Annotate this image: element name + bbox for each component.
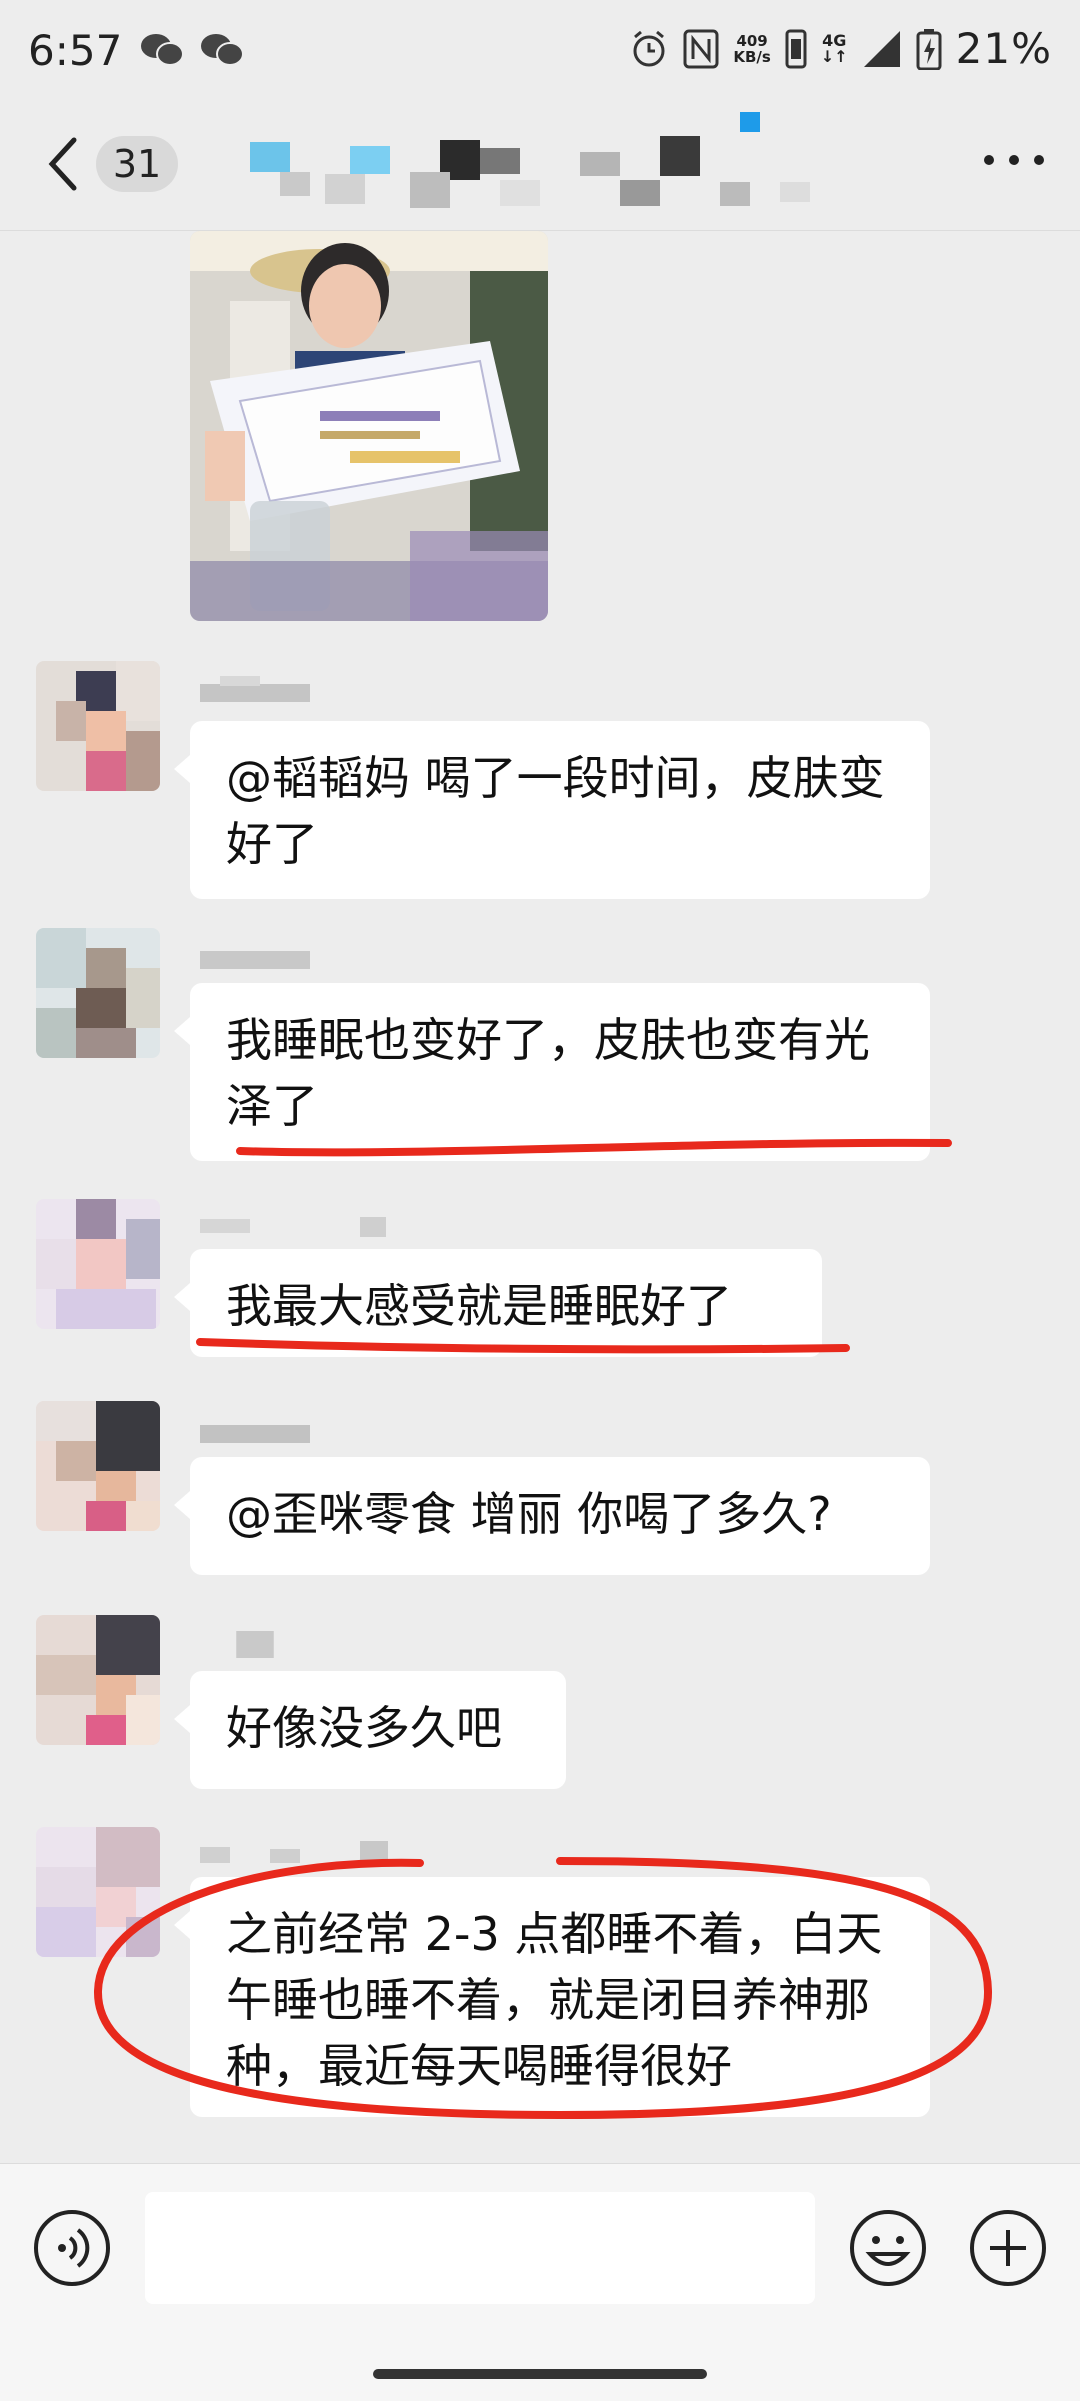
battery-percentage: 21% bbox=[955, 24, 1052, 73]
avatar[interactable] bbox=[36, 661, 160, 791]
avatar[interactable] bbox=[36, 928, 160, 1058]
battery-icon bbox=[916, 28, 942, 70]
sim-icon bbox=[785, 29, 807, 68]
avatar[interactable] bbox=[36, 1199, 160, 1329]
emoji-icon[interactable] bbox=[848, 2208, 928, 2288]
photo-message[interactable] bbox=[190, 231, 548, 621]
message-text: 之前经常 2-3 点都睡不着，白天午睡也睡不着，就是闭目养神那种，最近每天喝睡得… bbox=[226, 1907, 883, 2093]
net-speed: 409 KB/s bbox=[733, 31, 771, 66]
voice-icon[interactable] bbox=[32, 2208, 112, 2288]
input-bar bbox=[0, 2163, 1080, 2401]
status-bar: 6:57 409 KB/s 4G ↓↑ 21% bbox=[0, 0, 1080, 100]
message-bubble[interactable]: @歪咪零食 增丽 你喝了多久? bbox=[174, 1457, 930, 1575]
message-text: 我最大感受就是睡眠好了 bbox=[226, 1279, 732, 1333]
message-text: 好像没多久吧 bbox=[226, 1701, 502, 1755]
back-icon[interactable] bbox=[44, 134, 84, 194]
avatar[interactable] bbox=[36, 1401, 160, 1531]
network-type: 4G ↓↑ bbox=[820, 30, 848, 66]
message-text: @韬韬妈 喝了一段时间，皮肤变好了 bbox=[226, 751, 885, 871]
status-time: 6:57 bbox=[28, 26, 123, 75]
wechat-icon bbox=[201, 34, 244, 66]
chat-header: 31 bbox=[0, 100, 1080, 231]
avatar[interactable] bbox=[36, 1615, 160, 1745]
plus-icon[interactable] bbox=[968, 2208, 1048, 2288]
message-list[interactable]: @韬韬妈 喝了一段时间，皮肤变好了 我睡眠也变好了，皮肤也变有光泽了 我最大感受… bbox=[0, 231, 1080, 2163]
message-input[interactable] bbox=[145, 2192, 815, 2304]
chat-title-mosaic bbox=[250, 112, 810, 208]
message-bubble[interactable]: 我睡眠也变好了，皮肤也变有光泽了 bbox=[174, 983, 930, 1161]
message-bubble[interactable]: 我最大感受就是睡眠好了 bbox=[174, 1249, 822, 1357]
sender-name-mosaic bbox=[200, 1217, 386, 1237]
sender-name-mosaic bbox=[200, 1841, 388, 1865]
message-bubble[interactable]: 好像没多久吧 bbox=[174, 1671, 566, 1789]
sender-name-mosaic bbox=[236, 1631, 274, 1658]
nfc-icon bbox=[683, 29, 719, 68]
sender-name-mosaic bbox=[200, 676, 310, 702]
wechat-icon bbox=[141, 34, 184, 66]
sender-name-mosaic bbox=[200, 951, 310, 969]
avatar[interactable] bbox=[36, 1827, 160, 1957]
message-bubble[interactable]: 之前经常 2-3 点都睡不着，白天午睡也睡不着，就是闭目养神那种，最近每天喝睡得… bbox=[174, 1877, 930, 2117]
message-text: 我睡眠也变好了，皮肤也变有光泽了 bbox=[226, 1013, 870, 1133]
more-icon[interactable] bbox=[984, 150, 1044, 170]
alarm-icon bbox=[633, 30, 665, 66]
home-indicator[interactable] bbox=[373, 2369, 707, 2379]
unread-count-badge[interactable]: 31 bbox=[96, 136, 178, 192]
message-text: @歪咪零食 增丽 你喝了多久? bbox=[226, 1487, 832, 1541]
sender-name-mosaic bbox=[200, 1425, 310, 1443]
message-bubble[interactable]: @韬韬妈 喝了一段时间，皮肤变好了 bbox=[174, 721, 930, 899]
signal-icon bbox=[863, 30, 900, 67]
